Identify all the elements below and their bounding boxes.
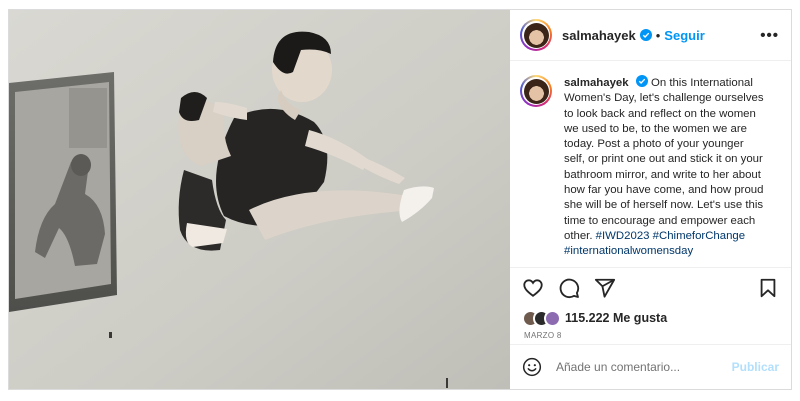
comment-input[interactable]: [554, 359, 732, 375]
avatar-image: [523, 22, 549, 48]
follow-button[interactable]: Seguir: [664, 28, 704, 43]
likes-count[interactable]: 115.222 Me gusta: [565, 311, 667, 325]
heart-icon[interactable]: [522, 277, 544, 299]
post-dialog: salmahayek • Seguir ••• salmahayek On th…: [8, 9, 792, 390]
more-options-icon[interactable]: •••: [760, 27, 779, 44]
action-bar: [510, 268, 791, 308]
comment-bar: Publicar: [510, 344, 791, 389]
header-username[interactable]: salmahayek: [562, 28, 636, 43]
publish-button[interactable]: Publicar: [732, 360, 779, 374]
caption-verified-badge-icon: [635, 75, 648, 87]
emoji-icon[interactable]: [522, 357, 542, 377]
caption-username[interactable]: salmahayek: [564, 77, 629, 89]
gymnast-photo: [9, 10, 510, 389]
post-date: MARZO 8: [524, 331, 562, 340]
avatar[interactable]: [520, 19, 552, 51]
liker-avatar: [544, 309, 561, 327]
share-icon[interactable]: [594, 277, 616, 299]
comment-icon[interactable]: [558, 277, 580, 299]
caption-avatar-image: [523, 78, 549, 104]
post-side-panel: salmahayek • Seguir ••• salmahayek On th…: [510, 10, 791, 389]
separator: •: [655, 27, 661, 43]
post-photo[interactable]: [9, 10, 510, 389]
likes-row[interactable]: 115.222 Me gusta: [510, 308, 791, 328]
caption-hashtags[interactable]: #IWD2023 #ChimeforChange: [596, 230, 745, 242]
caption-hashtags-partial[interactable]: #internationalwomensday: [564, 245, 693, 257]
caption-body: On this International Women's Day, let's…: [564, 77, 764, 242]
wall-poster: [9, 72, 117, 312]
caption-avatar[interactable]: [520, 75, 552, 107]
verified-badge-icon: [639, 29, 652, 41]
bookmark-icon[interactable]: [757, 277, 779, 299]
post-header: salmahayek • Seguir •••: [510, 10, 791, 61]
caption: salmahayek On this International Women's…: [564, 75, 764, 267]
caption-area: salmahayek On this International Women's…: [510, 61, 791, 268]
